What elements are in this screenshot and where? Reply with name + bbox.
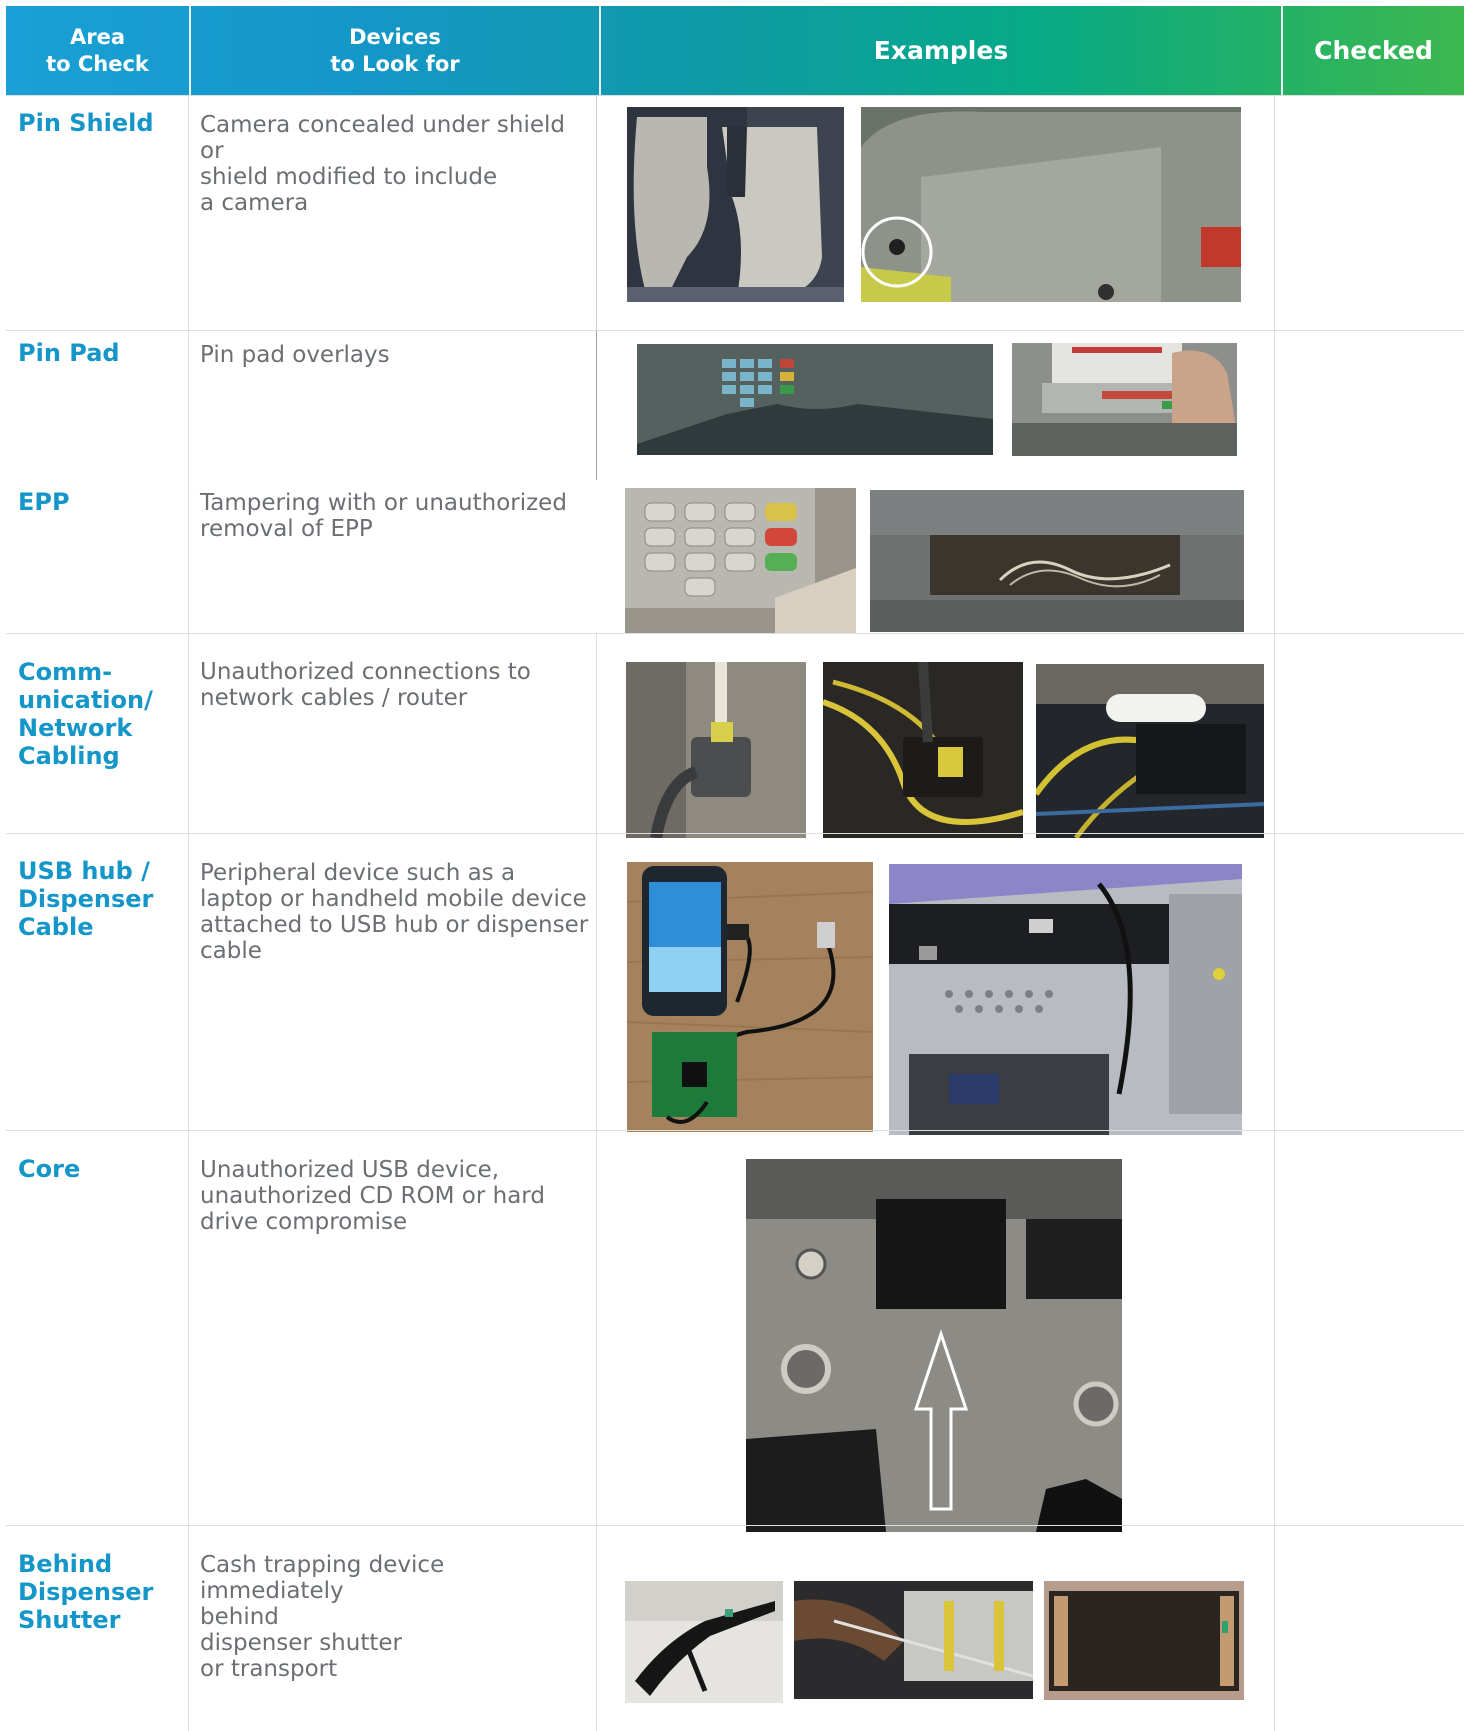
table-row-network-cabling: Comm- unication/ Network Cabling Unautho… [6,633,1464,838]
network-photo-2 [823,662,1023,838]
area-label: Pin Pad [18,339,120,367]
device-description: Unauthorized connections to network cabl… [200,659,531,711]
pin-pad-photo-2 [1012,343,1237,456]
table-row-core: Core Unauthorized USB device, unauthoriz… [6,1130,1464,1532]
device-description: Unauthorized USB device, unauthorized CD… [200,1157,545,1235]
area-label: USB hub / Dispenser Cable [18,857,154,941]
area-label: Core [18,1155,81,1183]
table-row-dispenser-shutter: Behind Dispenser Shutter Cash trapping d… [6,1525,1464,1731]
device-description: Tampering with or unauthorized removal o… [200,490,567,542]
network-photo-3 [1036,664,1264,838]
shutter-photo-3 [1044,1581,1244,1700]
header-area-to-check: Area to Check [46,24,149,76]
epp-photo-2 [870,490,1244,632]
header-examples: Examples [873,36,1009,65]
device-description: Pin pad overlays [200,342,390,368]
area-label: Comm- unication/ Network Cabling [18,658,153,770]
pin-pad-photo-1 [637,344,993,455]
epp-photo-1 [625,488,856,633]
device-description: Peripheral device such as a laptop or ha… [200,860,589,964]
network-photo-1 [626,662,806,838]
header-checked: Checked [1314,36,1433,65]
area-label: Behind Dispenser Shutter [18,1550,154,1634]
table-header: Area to Check Devices to Look for Exampl… [6,6,1464,95]
shutter-photo-1 [625,1581,783,1703]
table-row-pin-shield: Pin Shield Camera concealed under shield… [6,95,1464,330]
area-label: EPP [18,488,70,516]
pin-shield-photo-1 [627,107,844,302]
usb-photo-1 [627,862,873,1132]
shutter-photo-2 [794,1581,1033,1699]
device-description: Camera concealed under shield or shield … [200,112,565,216]
table-row-usb-hub: USB hub / Dispenser Cable Peripheral dev… [6,833,1464,1135]
table-row-pin-pad: Pin Pad Pin pad overlays [6,330,1464,480]
table-row-epp: EPP Tampering with or unauthorized remov… [6,480,1464,633]
pin-shield-photo-2 [861,107,1241,302]
usb-photo-2 [889,864,1242,1135]
device-description: Cash trapping device immediately behind … [200,1552,445,1682]
core-photo [746,1159,1122,1532]
header-devices-to-look-for: Devices to Look for [330,24,460,76]
area-label: Pin Shield [18,109,154,137]
